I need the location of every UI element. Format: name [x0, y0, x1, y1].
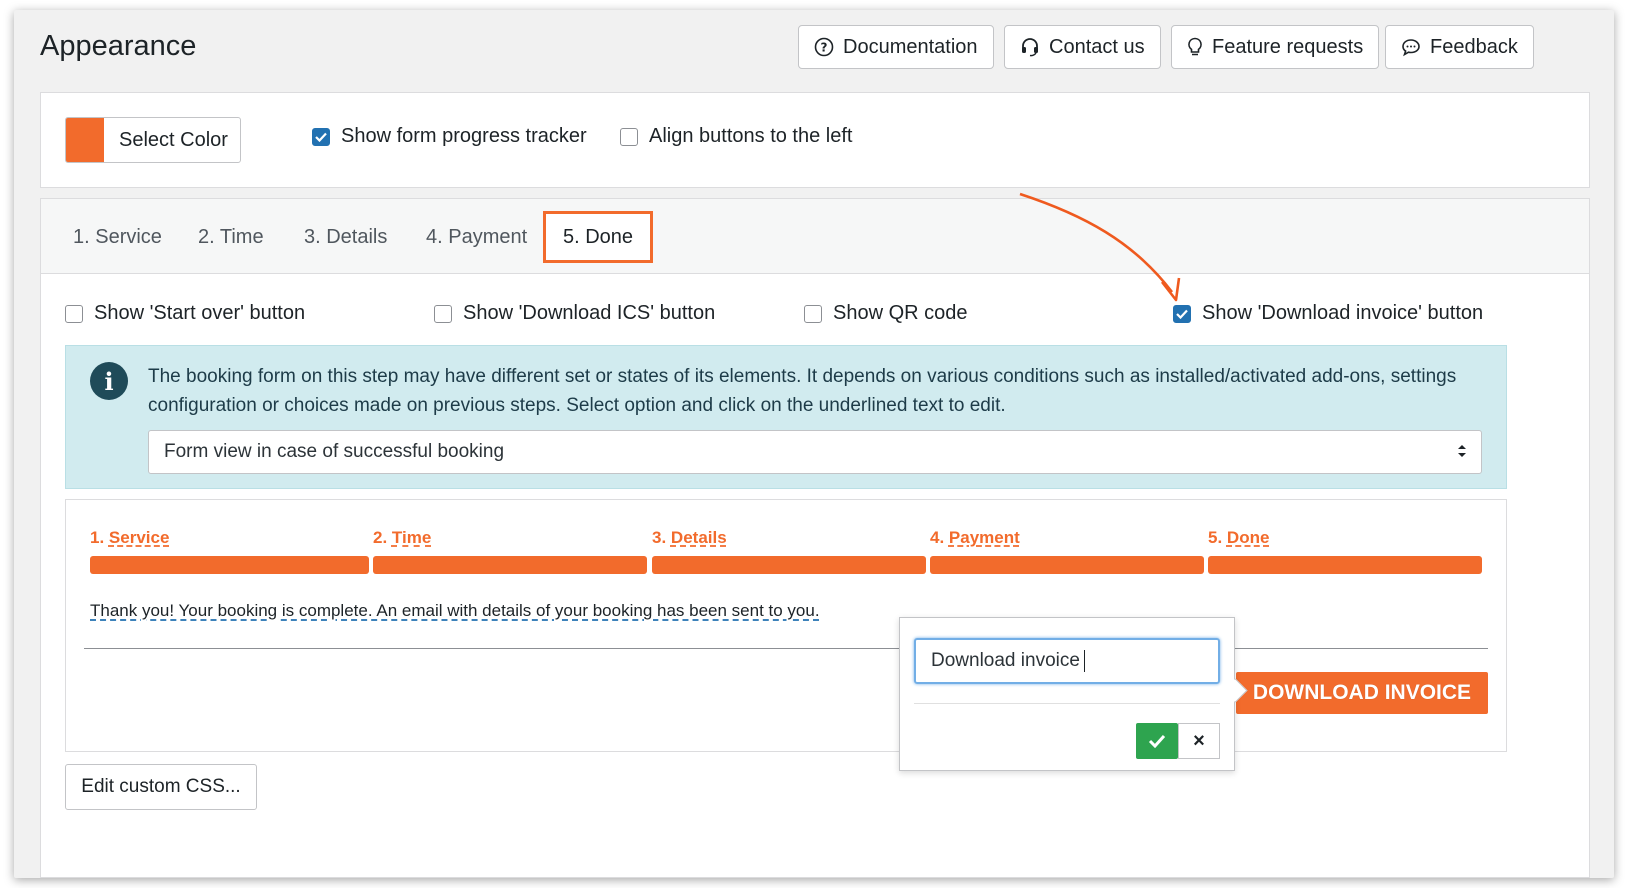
- select-color-button[interactable]: Select Color: [65, 117, 241, 163]
- popover-divider: [914, 703, 1220, 704]
- checkbox-unchecked-icon: [620, 127, 638, 146]
- checkbox-unchecked-icon: [65, 304, 83, 323]
- info-notice: i The booking form on this step may have…: [65, 345, 1507, 489]
- step-number: 1.: [90, 528, 105, 547]
- edit-label-popover: Download invoice ×: [899, 617, 1235, 771]
- progress-bar-segment: [90, 556, 369, 574]
- checkbox-unchecked-icon: [804, 304, 822, 323]
- form-view-select-value: Form view in case of successful booking: [164, 441, 505, 462]
- show-progress-tracker-label: Show form progress tracker: [341, 125, 587, 147]
- chat-bubble-icon: [1402, 39, 1420, 57]
- progress-bar-segment: [373, 556, 647, 574]
- divider: [84, 648, 1488, 649]
- download-invoice-button[interactable]: DOWNLOAD INVOICE: [1236, 672, 1488, 714]
- step-label: Time: [391, 528, 432, 547]
- page-title: Appearance: [40, 30, 197, 62]
- show-progress-tracker-checkbox[interactable]: Show form progress tracker: [312, 125, 587, 148]
- feature-requests-label: Feature requests: [1212, 35, 1364, 58]
- progress-bar-segment: [930, 556, 1204, 574]
- headset-icon: [1022, 38, 1038, 57]
- checkbox-checked-icon: [1173, 304, 1191, 323]
- step-tabs: 1. Service 2. Time 3. Details 4. Payment…: [41, 199, 1589, 274]
- step-settings-panel: 1. Service 2. Time 3. Details 4. Payment…: [40, 198, 1590, 878]
- close-icon: ×: [1193, 729, 1205, 752]
- step-number: 2.: [373, 528, 388, 547]
- show-qr-code-label: Show QR code: [833, 302, 968, 324]
- appearance-window: Appearance ? Documentation Contact us Fe…: [14, 10, 1614, 878]
- form-view-select[interactable]: Form view in case of successful booking: [148, 430, 1482, 474]
- documentation-button[interactable]: ? Documentation: [798, 25, 994, 69]
- info-text: The booking form on this step may have d…: [148, 366, 1457, 416]
- contact-us-label: Contact us: [1049, 35, 1145, 58]
- step-label: Details: [670, 528, 727, 547]
- feature-requests-button[interactable]: Feature requests: [1171, 25, 1380, 69]
- step-number: 5.: [1208, 528, 1223, 547]
- checkbox-unchecked-icon: [434, 304, 452, 323]
- preview-step-done[interactable]: 5. Done: [1208, 528, 1269, 548]
- button-label-input[interactable]: Download invoice: [914, 638, 1220, 684]
- tab-details[interactable]: 3. Details: [304, 226, 387, 249]
- step-number: 3.: [652, 528, 667, 547]
- svg-text:?: ?: [821, 41, 828, 55]
- general-settings-panel: Select Color Show form progress tracker …: [40, 92, 1590, 188]
- show-download-invoice-checkbox[interactable]: Show 'Download invoice' button: [1173, 302, 1483, 325]
- align-buttons-left-checkbox[interactable]: Align buttons to the left: [620, 125, 852, 148]
- button-label-input-value: Download invoice: [931, 650, 1080, 671]
- align-buttons-left-label: Align buttons to the left: [649, 125, 853, 147]
- contact-us-button[interactable]: Contact us: [1004, 25, 1161, 69]
- completion-message[interactable]: Thank you! Your booking is complete. An …: [90, 601, 820, 621]
- feedback-label: Feedback: [1430, 35, 1518, 58]
- text-caret: [1083, 650, 1085, 672]
- step-label: Done: [1226, 528, 1270, 547]
- select-color-label: Select Color: [119, 128, 228, 151]
- show-download-ics-label: Show 'Download ICS' button: [463, 302, 716, 324]
- feedback-button[interactable]: Feedback: [1385, 25, 1534, 69]
- checkmark-icon: [1148, 734, 1166, 748]
- step-label: Service: [108, 528, 170, 547]
- checkbox-checked-icon: [312, 127, 330, 146]
- show-start-over-checkbox[interactable]: Show 'Start over' button: [65, 302, 305, 325]
- preview-step-details[interactable]: 3. Details: [652, 528, 727, 548]
- preview-step-time[interactable]: 2. Time: [373, 528, 431, 548]
- tab-service[interactable]: 1. Service: [73, 226, 162, 249]
- confirm-button[interactable]: [1136, 723, 1178, 759]
- preview-step-payment[interactable]: 4. Payment: [930, 528, 1020, 548]
- tab-time[interactable]: 2. Time: [198, 226, 264, 249]
- tab-done[interactable]: 5. Done: [543, 211, 653, 263]
- tab-payment[interactable]: 4. Payment: [426, 226, 527, 249]
- step-label: Payment: [948, 528, 1020, 547]
- show-qr-code-checkbox[interactable]: Show QR code: [804, 302, 968, 325]
- edit-custom-css-button[interactable]: Edit custom CSS...: [65, 764, 257, 810]
- progress-bar-segment: [652, 556, 926, 574]
- documentation-label: Documentation: [843, 35, 978, 58]
- cancel-button[interactable]: ×: [1178, 723, 1220, 759]
- step-number: 4.: [930, 528, 945, 547]
- form-preview: 1. Service 2. Time 3. Details 4. Payment…: [65, 499, 1507, 752]
- show-download-ics-checkbox[interactable]: Show 'Download ICS' button: [434, 302, 715, 325]
- select-arrows-icon: [1458, 445, 1466, 457]
- help-circle-icon: ?: [814, 37, 834, 57]
- show-download-invoice-label: Show 'Download invoice' button: [1202, 302, 1484, 324]
- info-icon: i: [90, 362, 128, 400]
- color-swatch: [66, 118, 104, 162]
- preview-step-service[interactable]: 1. Service: [90, 528, 169, 548]
- lightbulb-icon: [1188, 37, 1202, 56]
- show-start-over-label: Show 'Start over' button: [94, 302, 306, 324]
- progress-bar-segment: [1208, 556, 1482, 574]
